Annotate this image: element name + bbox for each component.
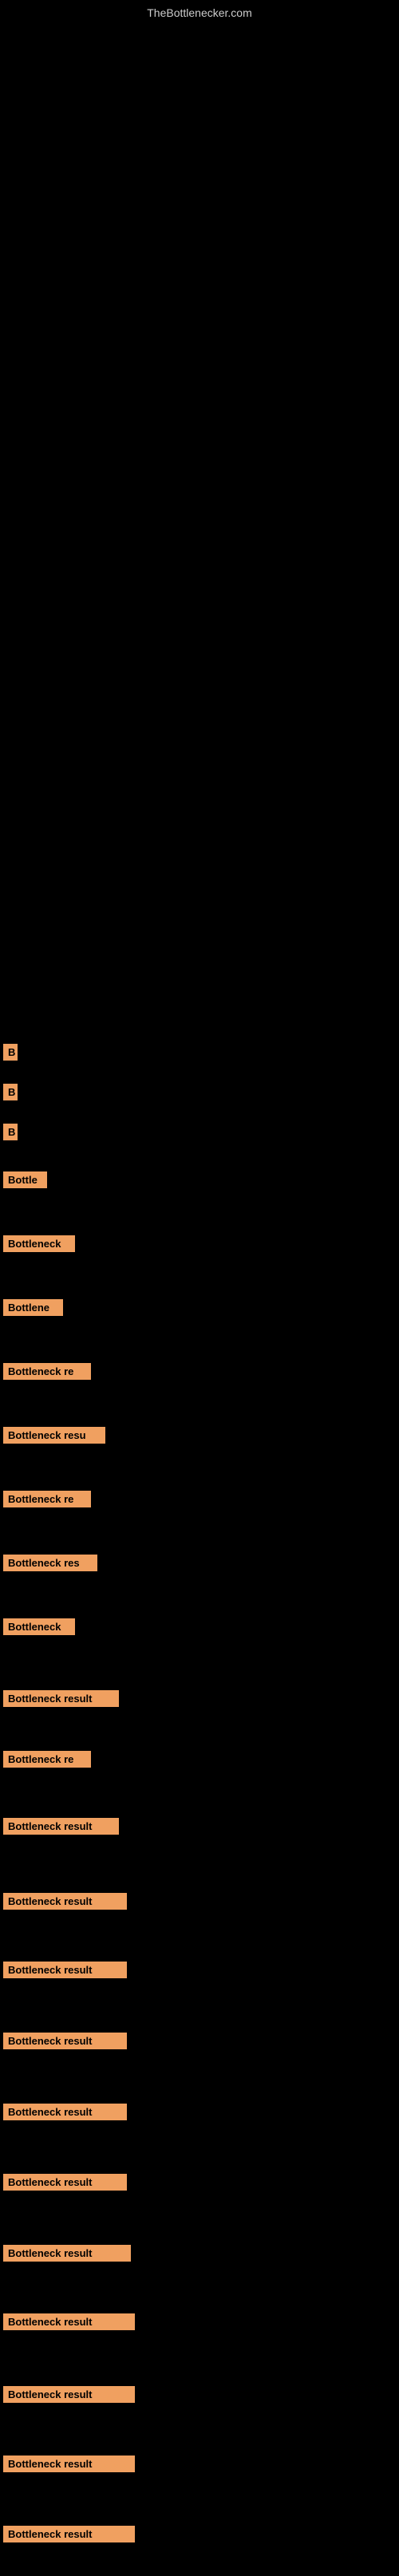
bottleneck-result-label: Bottleneck result <box>3 2313 135 2330</box>
result-row-12: Bottleneck result <box>2 1690 119 1711</box>
bottleneck-result-label: Bottleneck result <box>3 2245 131 2262</box>
bottleneck-result-label: Bottleneck result <box>3 1893 127 1910</box>
result-row-14: Bottleneck result <box>2 1818 119 1839</box>
result-row-9: Bottleneck re <box>2 1491 91 1511</box>
result-row-7: Bottleneck re <box>2 1363 91 1384</box>
bottleneck-result-label: Bottleneck result <box>3 2526 135 2542</box>
result-row-11: Bottleneck <box>2 1618 75 1639</box>
bottleneck-result-label: Bottleneck result <box>3 2386 135 2403</box>
result-row-6: Bottlene <box>2 1299 63 1320</box>
bottleneck-result-label: Bottle <box>3 1171 47 1188</box>
bottleneck-result-label: Bottleneck result <box>3 1690 119 1707</box>
result-row-18: Bottleneck result <box>2 2104 127 2124</box>
result-row-4: Bottle <box>2 1171 47 1192</box>
bottleneck-result-label: Bottleneck resu <box>3 1427 105 1444</box>
bottleneck-result-label: Bottleneck <box>3 1618 75 1635</box>
bottleneck-result-label: Bottleneck result <box>3 2174 127 2191</box>
bottleneck-result-label: Bottleneck <box>3 1235 75 1252</box>
bottleneck-result-label: Bottleneck re <box>3 1363 91 1380</box>
bottleneck-result-label: Bottleneck re <box>3 1751 91 1768</box>
result-row-22: Bottleneck result <box>2 2386 135 2407</box>
result-row-23: Bottleneck result <box>2 2455 135 2476</box>
bottleneck-result-label: Bottleneck result <box>3 1962 127 1978</box>
result-row-5: Bottleneck <box>2 1235 75 1256</box>
bottleneck-result-label: Bottleneck result <box>3 2455 135 2472</box>
bottleneck-result-label: Bottleneck re <box>3 1491 91 1507</box>
bottleneck-result-label: Bottleneck result <box>3 2033 127 2049</box>
result-row-8: Bottleneck resu <box>2 1427 105 1448</box>
bottleneck-result-label: Bottlene <box>3 1299 63 1316</box>
bottleneck-result-label: Bottleneck res <box>3 1555 97 1571</box>
result-row-3: B <box>2 1124 18 1144</box>
result-row-20: Bottleneck result <box>2 2245 131 2266</box>
result-row-10: Bottleneck res <box>2 1555 97 1575</box>
result-row-1: B <box>2 1044 18 1065</box>
result-row-13: Bottleneck re <box>2 1751 91 1772</box>
bottleneck-result-label: B <box>3 1124 18 1140</box>
result-row-16: Bottleneck result <box>2 1962 127 1982</box>
result-row-21: Bottleneck result <box>2 2313 135 2334</box>
result-row-15: Bottleneck result <box>2 1893 127 1914</box>
result-row-2: B <box>2 1084 18 1104</box>
bottleneck-result-label: Bottleneck result <box>3 1818 119 1835</box>
bottleneck-result-label: Bottleneck result <box>3 2104 127 2120</box>
result-row-24: Bottleneck result <box>2 2526 135 2546</box>
site-title: TheBottlenecker.com <box>0 0 399 22</box>
bottleneck-result-label: B <box>3 1044 18 1061</box>
result-row-19: Bottleneck result <box>2 2174 127 2195</box>
result-row-17: Bottleneck result <box>2 2033 127 2053</box>
bottleneck-result-label: B <box>3 1084 18 1100</box>
